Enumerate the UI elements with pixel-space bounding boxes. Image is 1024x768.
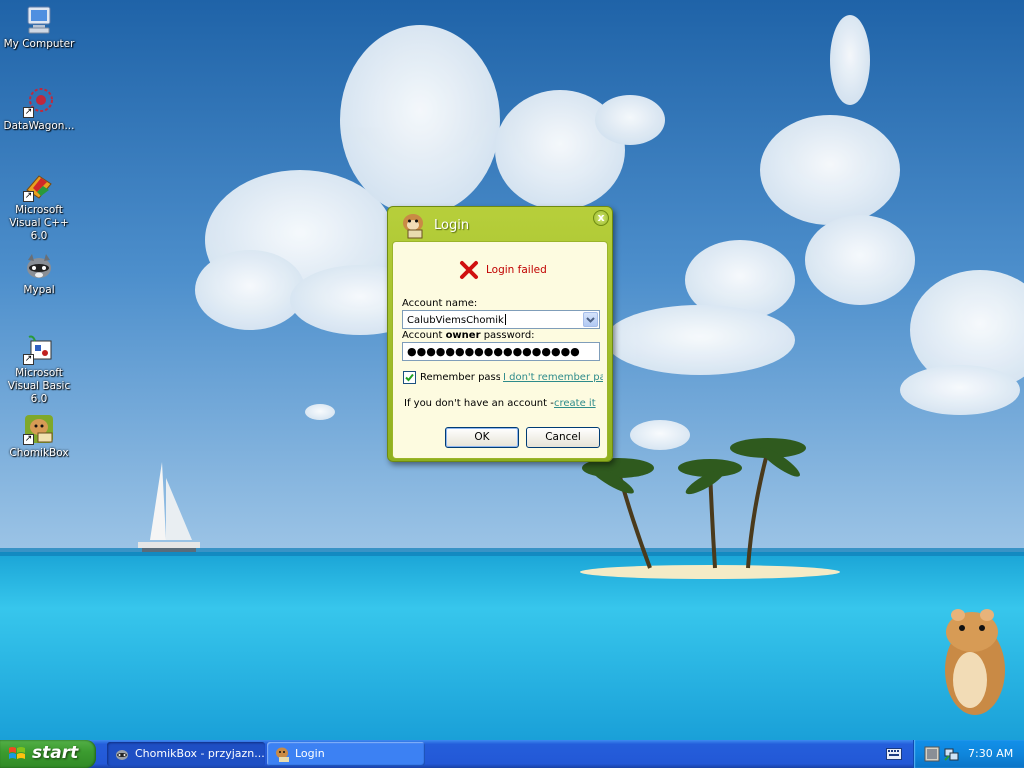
account-name-label: Account name: [402,298,478,309]
desktop-icon-label: Mypal [23,284,55,296]
shortcut-arrow-icon: ↗ [23,434,34,445]
desktop-icon-label: ChomikBox [9,447,69,459]
visual-cpp-icon: ↗ [23,170,55,202]
hamster-icon [274,746,290,762]
chomikbox-icon: ↗ [23,413,55,445]
password-mask: ●●●●●●●●●●●●●●●●●● [407,345,580,358]
start-button[interactable]: start [0,740,96,768]
desktop-icon-datawagon[interactable]: ↗ DataWagon... [0,86,78,133]
create-account-link[interactable]: create it [554,398,596,409]
cancel-button[interactable]: Cancel [526,427,600,448]
ok-button[interactable]: OK [445,427,519,448]
error-message: Login failed [486,264,547,276]
keyboard-icon[interactable] [886,748,902,760]
password-label: Account owner password: [402,330,535,341]
shortcut-arrow-icon: ↗ [23,354,34,365]
taskbar-button-login[interactable]: Login [267,742,425,766]
remember-password-checkbox[interactable] [403,371,416,384]
remember-password-label[interactable]: Remember passw [420,372,500,383]
desktop-icon-visual-cpp[interactable]: ↗ Microsoft Visual C++ 6.0 [0,170,78,243]
desktop-icon-label: My Computer [3,38,75,50]
start-label: start [32,743,79,763]
taskbar-button-label: Login [295,747,325,760]
network-icon[interactable] [943,746,959,762]
chomikbox-tray-icon[interactable] [924,746,940,762]
datawagon-icon: ↗ [23,86,55,118]
no-account-text: If you don't have an account - [404,398,554,409]
desktop-icon-my-computer[interactable]: My Computer [0,4,78,51]
clock[interactable]: 7:30 AM [968,747,1013,760]
my-computer-icon [23,4,55,36]
dialog-body: Login failed Account name: CalubViemsCho… [392,241,608,459]
raccoon-icon [114,746,130,762]
chevron-down-icon[interactable] [583,312,598,327]
visual-basic-icon: ↗ [23,333,55,365]
taskbar: start ChomikBox - przyjazn... Login 7:30… [0,740,1024,768]
login-dialog: Login x Login failed Account name: Calub… [387,206,613,462]
system-tray: 7:30 AM [913,740,1024,768]
desktop-icon-label: Microsoft Visual Basic 6.0 [7,367,71,405]
dialog-title: Login [434,218,470,233]
windows-flag-icon [8,746,26,762]
shortcut-arrow-icon: ↗ [23,191,34,202]
desktop-icon-label: DataWagon... [3,120,75,132]
desktop-icon-visual-basic[interactable]: ↗ Microsoft Visual Basic 6.0 [0,333,78,406]
account-name-value: CalubViemsChomik [407,314,506,326]
raccoon-icon [23,250,55,282]
shortcut-arrow-icon: ↗ [23,107,34,118]
password-input[interactable]: ●●●●●●●●●●●●●●●●●● [402,342,600,361]
desktop-icon-chomikbox[interactable]: ↗ ChomikBox [0,413,78,460]
checkmark-icon [405,373,414,382]
close-icon[interactable]: x [593,210,609,226]
taskbar-button-label: ChomikBox - przyjazn... [135,747,265,760]
desktop-icon-mypal[interactable]: Mypal [0,250,78,297]
forgot-password-link[interactable]: I don't remember pas [503,372,603,383]
desktop-icon-label: Microsoft Visual C++ 6.0 [9,204,69,242]
taskbar-button-chomikbox[interactable]: ChomikBox - przyjazn... [107,742,265,766]
error-x-icon [459,260,479,280]
hamster-icon [400,211,426,239]
text-caret [504,314,506,325]
account-name-combobox[interactable]: CalubViemsChomik [402,310,600,329]
